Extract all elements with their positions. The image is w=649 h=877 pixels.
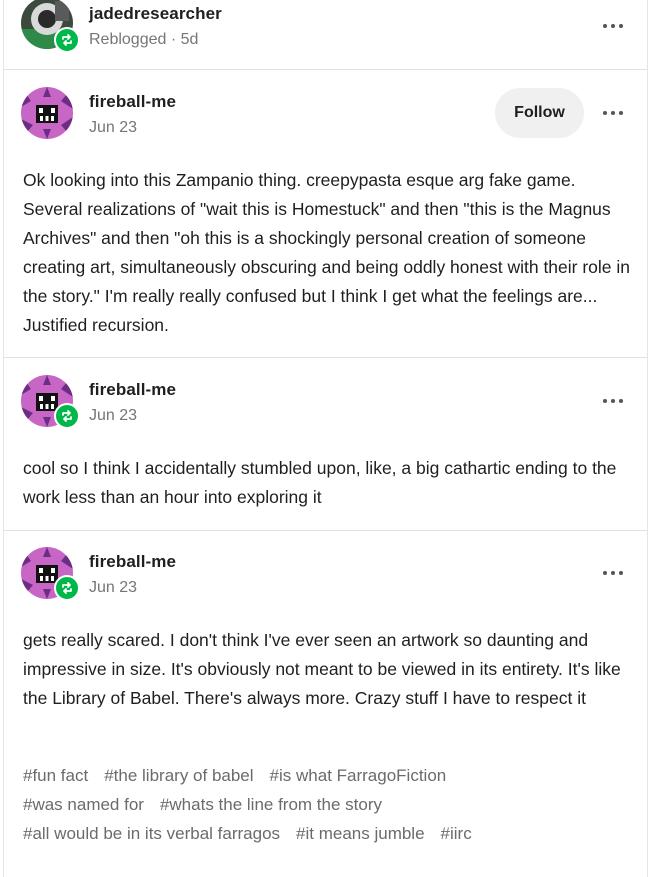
tag-link[interactable]: #all would be in its verbal farragos [23, 824, 280, 843]
tag-link[interactable]: #is what FarragoFiction [270, 766, 447, 785]
tag-link[interactable]: #fun fact [23, 766, 88, 785]
tag-row: #all would be in its verbal farragos #it … [23, 819, 631, 848]
post-tags: #fun fact #the library of babel #is what F… [23, 761, 631, 848]
post-username[interactable]: fireball-me [89, 92, 176, 112]
reblog-icon [62, 582, 72, 594]
top-reblog-username[interactable]: jadedresearcher [89, 4, 222, 24]
tag-row: #fun fact #the library of babel #is what F… [23, 761, 631, 790]
tag-link[interactable]: #was named for [23, 795, 144, 814]
post-date: Jun 23 [89, 407, 138, 424]
top-reblog-meta: Reblogged · 5d [89, 31, 199, 48]
tag-row: #was named for #whats the line from the s… [23, 790, 631, 819]
post-date: Jun 23 [89, 579, 138, 596]
divider [4, 530, 647, 531]
avatar-fireball-me[interactable] [21, 87, 73, 139]
reblog-badge [54, 575, 80, 601]
post-date: Jun 23 [89, 119, 138, 136]
tag-link[interactable]: #it means jumble [296, 824, 425, 843]
tag-link[interactable]: #whats the line from the story [160, 795, 382, 814]
divider [4, 69, 647, 70]
post-body: Ok looking into this Zampanio thing. cre… [23, 170, 631, 335]
more-options-icon[interactable] [600, 396, 626, 406]
tag-link[interactable]: #iirc [441, 824, 472, 843]
reblog-icon [62, 34, 72, 46]
more-options-icon[interactable] [600, 568, 626, 578]
tag-link[interactable]: #the library of babel [104, 766, 253, 785]
reblog-badge [54, 27, 80, 53]
post-username[interactable]: fireball-me [89, 380, 176, 400]
post-username[interactable]: fireball-me [89, 552, 176, 572]
post-body: cool so I think I accidentally stumbled … [23, 458, 617, 507]
post-body: gets really scared. I don't think I've e… [23, 630, 621, 708]
more-options-icon[interactable] [600, 21, 626, 31]
more-options-icon[interactable] [600, 108, 626, 118]
divider [4, 357, 647, 358]
reblog-badge [54, 403, 80, 429]
follow-button[interactable]: Follow [495, 88, 584, 138]
reblog-icon [62, 410, 72, 422]
